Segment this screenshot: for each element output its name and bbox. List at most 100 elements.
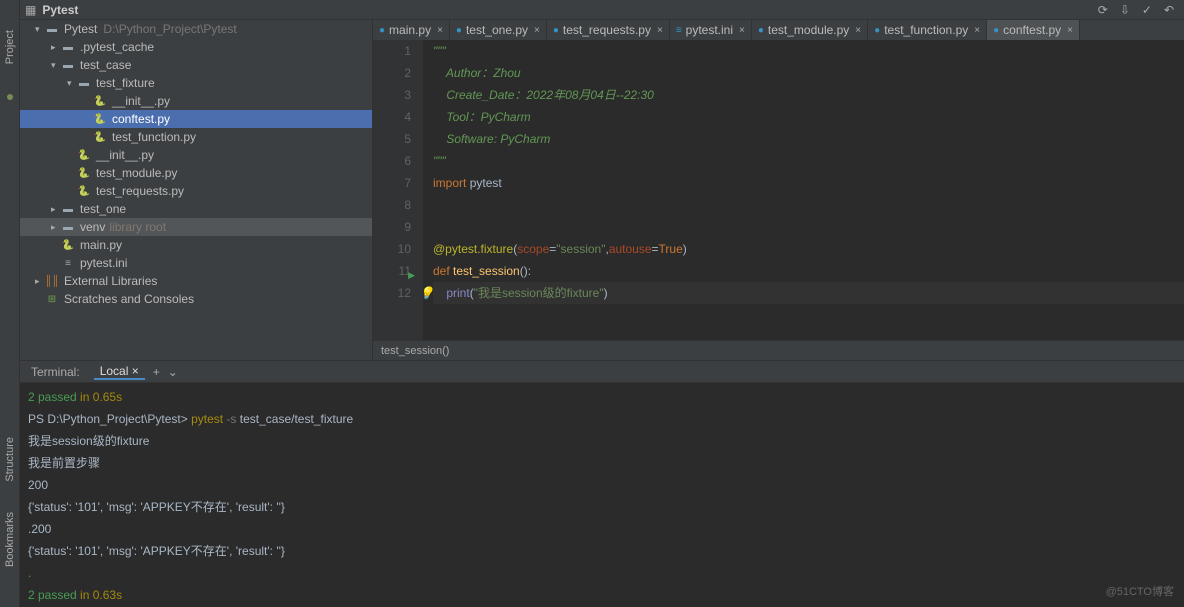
code-line[interactable]: @pytest.fixture(scope="session",autouse=…	[433, 238, 1184, 260]
chevron-icon[interactable]: ▸	[51, 204, 61, 215]
code-line[interactable]: """	[433, 150, 1184, 172]
project-name[interactable]: Pytest	[42, 3, 78, 17]
tree-item-__init__-py[interactable]: 🐍__init__.py	[20, 146, 372, 164]
gutter-line[interactable]: 6	[373, 150, 411, 172]
scratch-icon: ⊞	[45, 292, 59, 306]
code-line[interactable]	[433, 216, 1184, 238]
tab-test_function-py[interactable]: ●test_function.py×	[868, 20, 987, 40]
chevron-icon[interactable]: ▸	[35, 276, 45, 287]
tree-item-main-py[interactable]: 🐍main.py	[20, 236, 372, 254]
close-icon[interactable]: ×	[855, 25, 861, 36]
tree-item-External-Libraries[interactable]: ▸║║External Libraries	[20, 272, 372, 290]
tab-main-py[interactable]: ●main.py×	[373, 20, 450, 40]
close-icon[interactable]: ×	[657, 25, 663, 36]
code-lines[interactable]: """ Author：Zhou Create_Date：2022年08月04日-…	[423, 40, 1184, 340]
commit-icon[interactable]: ✓	[1142, 3, 1152, 17]
rail-structure[interactable]: Structure	[4, 437, 16, 482]
code-line[interactable]: """	[433, 40, 1184, 62]
close-icon[interactable]: ×	[974, 25, 980, 36]
tree-item-label: __init__.py	[112, 94, 170, 108]
refresh-icon[interactable]: ⟳	[1098, 3, 1108, 17]
tree-item-venv[interactable]: ▸▬venvlibrary root	[20, 218, 372, 236]
tree-item-label: test_function.py	[112, 130, 196, 144]
code-line[interactable]: Tool：PyCharm	[433, 106, 1184, 128]
ini-file-icon: ≡	[61, 256, 75, 270]
tab-test_module-py[interactable]: ●test_module.py×	[752, 20, 868, 40]
tree-item-test_module-py[interactable]: 🐍test_module.py	[20, 164, 372, 182]
tree-item-label: test_module.py	[96, 166, 177, 180]
tree-item-label: __init__.py	[96, 148, 154, 162]
chevron-icon[interactable]: ▸	[51, 222, 61, 233]
code-line[interactable]: def test_session():	[433, 260, 1184, 282]
gutter-line[interactable]: 3	[373, 84, 411, 106]
tree-item-test_requests-py[interactable]: 🐍test_requests.py	[20, 182, 372, 200]
tree-item-test_one[interactable]: ▸▬test_one	[20, 200, 372, 218]
tree-item-__init__-py[interactable]: 🐍__init__.py	[20, 92, 372, 110]
terminal-tab-local[interactable]: Local ×	[94, 364, 145, 380]
project-tree[interactable]: ▾▬PytestD:\Python_Project\Pytest▸▬.pytes…	[20, 20, 373, 360]
gutter-line[interactable]: 7	[373, 172, 411, 194]
rail-project[interactable]: Project	[4, 30, 16, 64]
gutter-line[interactable]: 5	[373, 128, 411, 150]
close-icon[interactable]: ×	[437, 25, 443, 36]
chevron-icon[interactable]: ▾	[67, 78, 77, 89]
add-terminal-icon[interactable]: +	[153, 365, 160, 379]
chevron-icon[interactable]: ▸	[51, 42, 61, 53]
tab-label: test_function.py	[884, 23, 968, 37]
gutter-line[interactable]: 2	[373, 62, 411, 84]
tree-item-test_case[interactable]: ▾▬test_case	[20, 56, 372, 74]
python-file-icon: 🐍	[93, 130, 107, 144]
terminal-dropdown-icon[interactable]: ⌄	[168, 365, 178, 379]
close-icon[interactable]: ×	[534, 25, 540, 36]
tab-test_one-py[interactable]: ●test_one.py×	[450, 20, 547, 40]
tree-item-test_function-py[interactable]: 🐍 test_function.py	[20, 128, 372, 146]
terminal-body[interactable]: 2 passed in 0.65sPS D:\Python_Project\Py…	[20, 383, 1184, 607]
terminal-line: 我是前置步骤	[28, 452, 1176, 474]
tree-item-test_fixture[interactable]: ▾▬test_fixture	[20, 74, 372, 92]
python-file-icon: 🐍	[77, 184, 91, 198]
close-icon[interactable]: ×	[132, 364, 139, 378]
tree-item-pytest-ini[interactable]: ≡ pytest.ini	[20, 254, 372, 272]
chevron-icon[interactable]: ▾	[35, 24, 45, 35]
folder-icon: ▬	[77, 76, 91, 90]
folder-icon: ▦	[25, 3, 36, 17]
code-area[interactable]: 1234567891011▶12 """ Author：Zhou Create_…	[373, 40, 1184, 340]
code-line[interactable]	[433, 194, 1184, 216]
tree-item-Pytest[interactable]: ▾▬PytestD:\Python_Project\Pytest	[20, 20, 372, 38]
chevron-icon[interactable]: ▾	[51, 60, 61, 71]
terminal-title: Terminal:	[25, 365, 86, 379]
gutter-line[interactable]: 4	[373, 106, 411, 128]
code-line[interactable]: Software: PyCharm	[433, 128, 1184, 150]
code-line[interactable]: 💡 print("我是session级的fixture")	[433, 282, 1184, 304]
tree-item-label: test_case	[80, 58, 131, 72]
tab-conftest-py[interactable]: ● conftest.py ×	[987, 20, 1080, 40]
tab-test_requests-py[interactable]: ●test_requests.py×	[547, 20, 670, 40]
code-line[interactable]: import pytest	[433, 172, 1184, 194]
code-line[interactable]: Create_Date：2022年08月04日--22:30	[433, 84, 1184, 106]
gutter-line[interactable]: 10	[373, 238, 411, 260]
tree-item-Scratches-and-Consoles[interactable]: ⊞Scratches and Consoles	[20, 290, 372, 308]
gutter-line[interactable]: 1	[373, 40, 411, 62]
code-line[interactable]: Author：Zhou	[433, 62, 1184, 84]
gutter-line[interactable]: 11▶	[373, 260, 411, 282]
tab-pytest-ini[interactable]: ≡pytest.ini×	[670, 20, 752, 40]
lightbulb-icon[interactable]: 💡	[419, 282, 434, 304]
main-area: ▦ Pytest ⟳ ⇩ ✓ ↶ ▾▬PytestD:\Python_Proje…	[20, 0, 1184, 607]
history-icon[interactable]: ↶	[1164, 3, 1174, 17]
tree-item-conftest-py[interactable]: 🐍conftest.py	[20, 110, 372, 128]
close-icon[interactable]: ×	[1067, 25, 1073, 36]
gutter-line[interactable]: 8	[373, 194, 411, 216]
gutter-line[interactable]: 9	[373, 216, 411, 238]
folder-icon: ▬	[61, 220, 75, 234]
tree-item-label: pytest.ini	[80, 256, 127, 270]
file-icon: ●	[993, 25, 999, 36]
rail-bookmarks[interactable]: Bookmarks	[4, 512, 16, 567]
folder-icon: ▬	[45, 22, 59, 36]
tab-label: conftest.py	[1003, 23, 1061, 37]
tree-item--pytest_cache[interactable]: ▸▬.pytest_cache	[20, 38, 372, 56]
tree-item-label: main.py	[80, 238, 122, 252]
download-icon[interactable]: ⇩	[1120, 3, 1130, 17]
gutter-line[interactable]: 12	[373, 282, 411, 304]
editor-breadcrumb[interactable]: test_session()	[373, 340, 1184, 360]
close-icon[interactable]: ×	[739, 25, 745, 36]
